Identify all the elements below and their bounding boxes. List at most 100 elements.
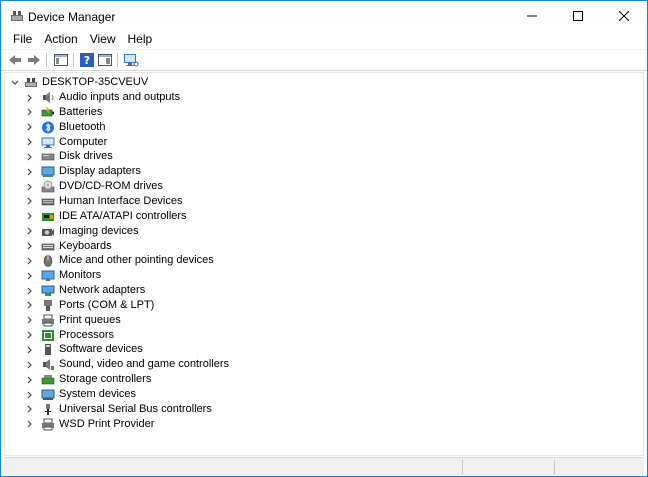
wsd-printer-icon — [42, 418, 54, 431]
menu-bar: File Action View Help — [1, 31, 647, 49]
tree-item-label: Software devices — [59, 343, 143, 356]
tree-item[interactable]: Disk drives — [25, 149, 113, 164]
forward-arrow-icon[interactable] — [26, 52, 42, 68]
chevron-right-icon[interactable] — [25, 256, 35, 266]
chevron-right-icon[interactable] — [25, 211, 35, 221]
battery-icon — [41, 106, 54, 117]
chevron-right-icon[interactable] — [25, 167, 35, 177]
tree-item-label: Imaging devices — [59, 224, 139, 237]
tree-item-label: Universal Serial Bus controllers — [59, 402, 212, 415]
tree-item[interactable]: Batteries — [25, 105, 102, 120]
chevron-right-icon[interactable] — [25, 271, 35, 281]
chevron-right-icon[interactable] — [25, 182, 35, 192]
chevron-right-icon[interactable] — [25, 404, 35, 414]
tree-item[interactable]: Keyboards — [25, 239, 112, 254]
hid-icon — [41, 198, 55, 206]
tree-item[interactable]: Sound, video and game controllers — [25, 357, 229, 372]
tree-item[interactable]: Monitors — [25, 268, 101, 283]
computer-root-icon — [25, 78, 37, 87]
tree-item[interactable]: Processors — [25, 328, 114, 343]
chevron-right-icon[interactable] — [25, 226, 35, 236]
chevron-right-icon[interactable] — [25, 419, 35, 429]
tree-item[interactable]: Mice and other pointing devices — [25, 253, 214, 268]
tree-root-node[interactable]: DESKTOP-35CVEUV — [10, 75, 148, 90]
window-title: Device Manager — [28, 10, 116, 24]
monitor-scan-icon[interactable] — [123, 52, 139, 68]
status-divider — [462, 460, 463, 474]
chevron-right-icon[interactable] — [25, 196, 35, 206]
computer-name: DESKTOP-35CVEUV — [42, 76, 149, 88]
minimize-button[interactable] — [509, 1, 555, 31]
software-device-icon — [45, 344, 51, 356]
chevron-right-icon[interactable] — [25, 345, 35, 355]
show-hide-console-tree-icon[interactable] — [53, 52, 69, 68]
tree-item[interactable]: Human Interface Devices — [25, 194, 183, 209]
tree-item[interactable]: Universal Serial Bus controllers — [25, 402, 212, 417]
tree-item[interactable]: Display adapters — [25, 164, 141, 179]
tree-item[interactable]: Ports (COM & LPT) — [25, 298, 154, 313]
disk-drive-icon — [41, 154, 55, 161]
title-bar[interactable]: Device Manager — [1, 1, 647, 31]
chevron-right-icon[interactable] — [25, 315, 35, 325]
help-icon[interactable]: ? — [79, 52, 95, 68]
device-manager-app-icon — [11, 11, 23, 21]
chevron-right-icon[interactable] — [25, 286, 35, 296]
menu-action[interactable]: Action — [38, 31, 83, 49]
system-device-icon — [41, 389, 55, 400]
chevron-right-icon[interactable] — [25, 390, 35, 400]
display-adapter-icon — [41, 166, 55, 178]
tree-item[interactable]: Software devices — [25, 342, 143, 357]
tree-item-label: DVD/CD-ROM drives — [59, 180, 163, 193]
close-button[interactable] — [601, 1, 647, 31]
keyboard-icon — [41, 243, 55, 250]
tree-item-label: WSD Print Provider — [59, 417, 155, 430]
tree-item[interactable]: Bluetooth — [25, 120, 105, 135]
tree-item[interactable]: System devices — [25, 387, 136, 402]
chevron-right-icon[interactable] — [25, 330, 35, 340]
chevron-right-icon[interactable] — [25, 122, 35, 132]
chevron-right-icon[interactable] — [25, 300, 35, 310]
minimize-icon — [527, 15, 537, 17]
menu-help[interactable]: Help — [122, 31, 159, 49]
chevron-right-icon[interactable] — [25, 152, 35, 162]
tree-item[interactable]: IDE ATA/ATAPI controllers — [25, 209, 187, 224]
processor-icon — [42, 329, 54, 341]
tree-item-label: Batteries — [59, 105, 103, 118]
chevron-down-icon[interactable] — [10, 78, 20, 88]
tree-item-label: Computer — [59, 135, 108, 148]
tree-item[interactable]: Print queues — [25, 313, 121, 328]
tree-item-label: Display adapters — [59, 165, 141, 178]
menu-file[interactable]: File — [7, 31, 38, 49]
tree-item[interactable]: Imaging devices — [25, 224, 139, 239]
chevron-right-icon[interactable] — [25, 360, 35, 370]
back-arrow-icon[interactable] — [7, 52, 23, 68]
chevron-right-icon[interactable] — [25, 93, 35, 103]
toolbar: ? — [1, 49, 647, 71]
tree-item-label: Storage controllers — [59, 373, 152, 386]
mouse-icon — [43, 255, 53, 268]
bluetooth-icon — [42, 121, 54, 134]
usb-icon — [45, 403, 51, 415]
tree-item[interactable]: DVD/CD-ROM drives — [25, 179, 163, 194]
menu-view[interactable]: View — [84, 31, 122, 49]
tree-item[interactable]: Network adapters — [25, 283, 145, 298]
tree-item-label: Human Interface Devices — [59, 194, 183, 207]
maximize-button[interactable] — [555, 1, 601, 31]
printer-icon — [42, 314, 54, 327]
ide-controller-icon — [42, 212, 54, 221]
close-icon — [619, 11, 629, 21]
tree-item[interactable]: WSD Print Provider — [25, 417, 154, 432]
tree-item-label: Disk drives — [59, 150, 113, 163]
monitor-icon — [41, 270, 55, 282]
tree-item-label: Keyboards — [59, 239, 112, 252]
chevron-right-icon[interactable] — [25, 375, 35, 385]
device-tree-pane[interactable]: DESKTOP-35CVEUV Audio inputs and outputs… — [4, 72, 644, 456]
tree-item[interactable]: Computer — [25, 135, 107, 150]
tree-item[interactable]: Audio inputs and outputs — [25, 90, 180, 105]
properties-icon[interactable] — [97, 52, 113, 68]
chevron-right-icon[interactable] — [25, 241, 35, 251]
chevron-right-icon[interactable] — [25, 137, 35, 147]
chevron-right-icon[interactable] — [25, 107, 35, 117]
tree-item[interactable]: Storage controllers — [25, 372, 151, 387]
tree-item-label: Network adapters — [59, 284, 146, 297]
